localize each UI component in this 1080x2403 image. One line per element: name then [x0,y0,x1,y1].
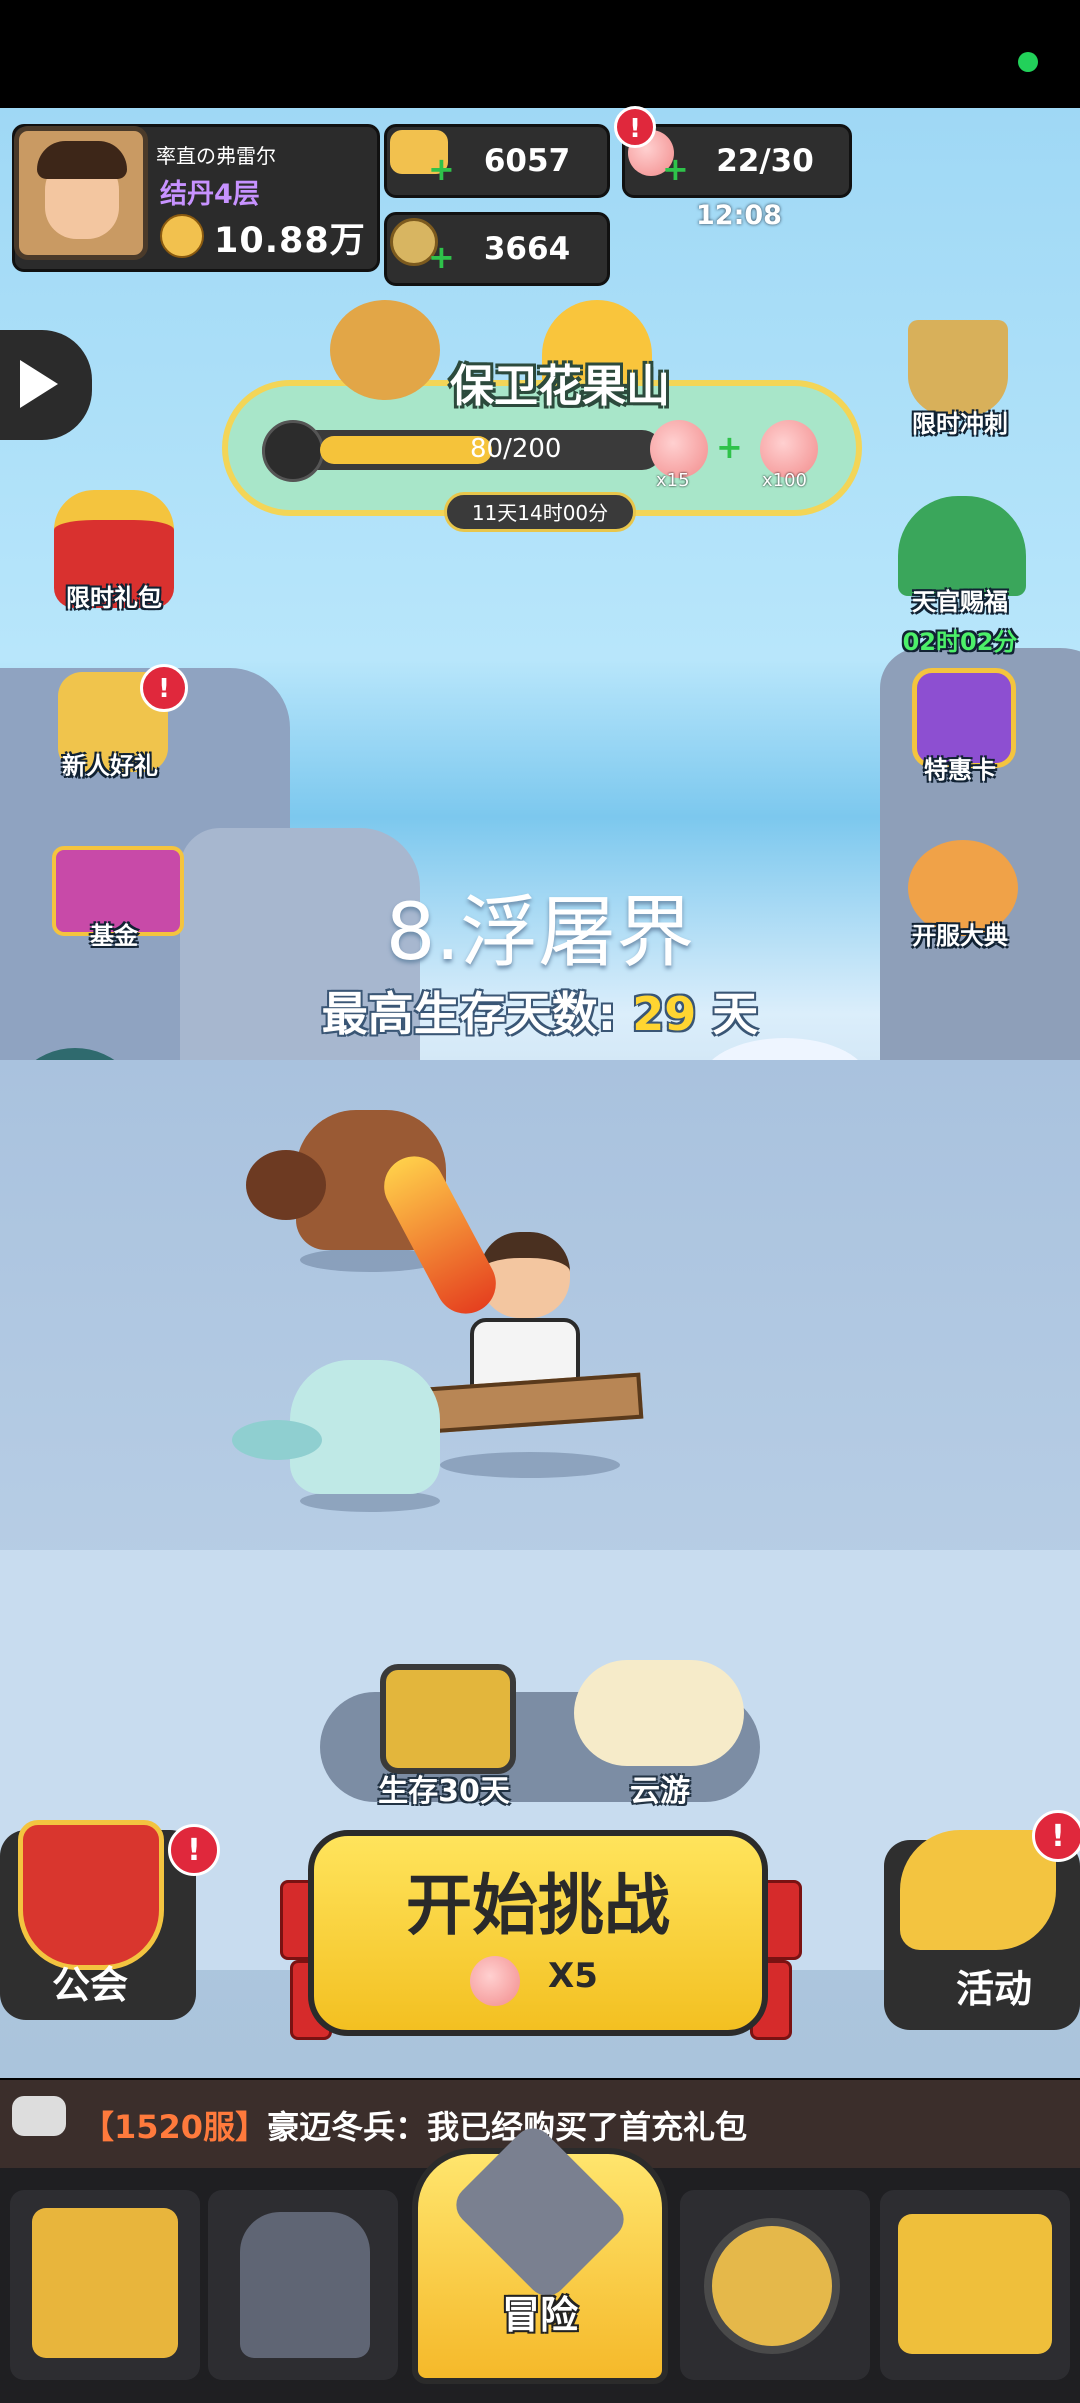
combat-power: 10.88万 [214,221,366,261]
chat-server: 【1520服】 [82,2108,268,2146]
upgrade-arrow-icon [704,2218,840,2354]
chat-icon[interactable] [12,2096,66,2136]
reward-count: x100 [762,470,808,491]
reward-count: x15 [656,470,690,491]
record-unit: 天 [712,987,759,1041]
avatar-hair [37,141,127,179]
blessing-label[interactable]: 天官赐福 [880,582,1040,617]
guild-label[interactable]: 公会 [0,1954,180,2009]
nav-adventure-label: 冒险 [501,2293,578,2337]
event-progress-fill [320,436,492,464]
avatar[interactable] [14,126,148,260]
blessing-timer: 02时02分 [902,628,1018,656]
play-icon [20,360,58,408]
shadow [440,1452,620,1478]
survival-record: 最高生存天数: 29 天 [0,978,1080,1044]
dragon-tail [232,1420,322,1460]
limited-sprint-label[interactable]: 限时冲刺 [880,404,1040,439]
cloud-icon[interactable] [574,1660,744,1766]
notification-badge: ! [140,664,188,712]
notification-badge: ! [1032,1810,1080,1862]
event-title: 保卫花果山 [450,361,670,412]
status-bar [0,0,1080,108]
treasure-chest-icon[interactable] [380,1664,516,1774]
add-gold-icon[interactable]: + [428,150,455,188]
horn-icon [900,1830,1056,1950]
challenge-cost: X5 [548,1956,598,1996]
stage-name: 8.浮屠界 [385,888,695,978]
flag-icon [262,420,324,482]
armor-icon [240,2212,370,2358]
stamina-timer: 12:08 [696,200,782,231]
newbie-gift-label[interactable]: 新人好礼 [30,746,190,781]
locked-chest-icon [898,2214,1052,2354]
start-challenge-label[interactable]: 开始挑战 [308,1852,768,1948]
limited-gift-label[interactable]: 限时礼包 [34,578,194,613]
notification-badge: ! [168,1824,220,1876]
shop-icon [32,2208,178,2358]
activity-label[interactable]: 活动 [904,1958,1080,2013]
guild-banner-icon [18,1820,164,1970]
camera-indicator-icon [1018,52,1038,72]
power-icon [160,214,204,258]
chat-message[interactable]: 【1520服】豪迈冬兵：我已经购买了首充礼包 [82,2102,747,2148]
plus-icon: + [716,428,743,466]
player-name: 率直の弗雷尔 [156,144,276,168]
add-stamina-icon[interactable]: + [662,150,689,188]
special-card-label[interactable]: 特惠卡 [880,750,1040,785]
player-rank: 结丹4层 [160,179,260,210]
hourglass-icon[interactable] [908,320,1008,416]
survival-mode-label[interactable]: 生存30天 [352,1766,536,1810]
chat-content: 豪迈冬兵：我已经购买了首充礼包 [267,2108,748,2146]
peach-cost-icon [470,1956,520,2006]
add-coin-icon[interactable]: + [428,238,455,276]
event-progress-value: 80/200 [470,434,562,464]
notification-badge: ! [614,106,656,148]
fox-tail [246,1150,326,1220]
record-label: 最高生存天数: [321,987,617,1041]
travel-mode-label[interactable]: 云游 [590,1766,730,1810]
event-countdown: 11天14时00分 [444,492,636,532]
record-days: 29 [632,987,697,1041]
